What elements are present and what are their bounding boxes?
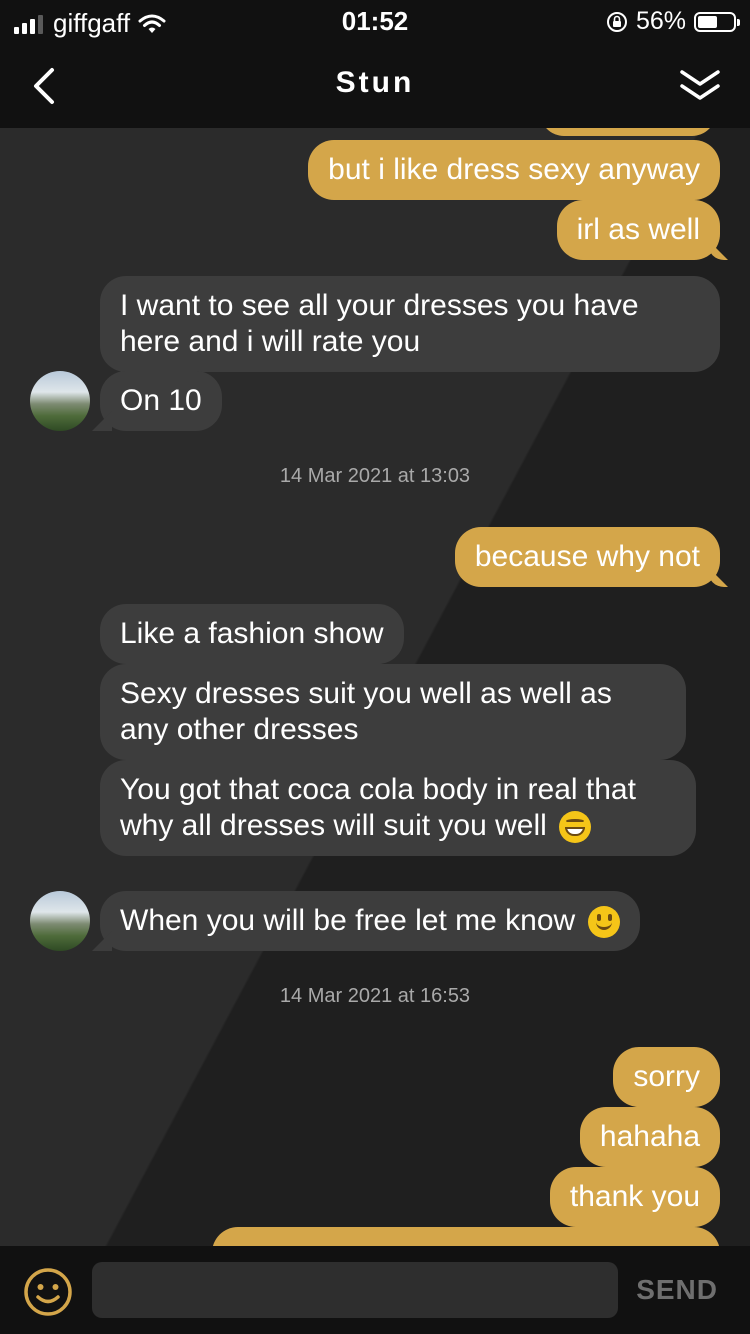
message-bubble-incoming[interactable]: Like a fashion show bbox=[100, 604, 404, 664]
message-text: but i like dress sexy anyway bbox=[328, 153, 700, 186]
status-bar: giffgaff 01:52 56% bbox=[0, 0, 750, 44]
message-bubble-outgoing[interactable]: thank you bbox=[549, 1167, 720, 1227]
message-text: I want to see all your dresses you have … bbox=[120, 289, 639, 358]
chat-header: Stun bbox=[0, 44, 750, 128]
orientation-lock-icon bbox=[606, 11, 627, 32]
avatar[interactable] bbox=[30, 371, 90, 431]
message-text: irl as well bbox=[576, 213, 700, 246]
message-bubble-outgoing[interactable]: but i like dress sexy anyway bbox=[308, 140, 720, 200]
slightly-smiling-face-icon bbox=[587, 906, 620, 939]
smiley-icon bbox=[24, 1268, 72, 1316]
message-text: because why not bbox=[474, 540, 700, 573]
message-bubble-incoming[interactable]: Sexy dresses suit you well as well as an… bbox=[100, 664, 686, 760]
message-text: When you will be free let me know bbox=[120, 904, 576, 937]
grinning-face-icon bbox=[559, 811, 592, 844]
message-text: hahaha bbox=[599, 1120, 700, 1153]
message-text: thank you bbox=[569, 1180, 700, 1213]
message-input[interactable] bbox=[92, 1262, 618, 1318]
message-bubble-outgoing[interactable]: because why not bbox=[454, 527, 720, 587]
status-right: 56% bbox=[606, 7, 740, 36]
composer-bar: SEND bbox=[0, 1246, 750, 1334]
send-button[interactable]: SEND bbox=[636, 1274, 718, 1306]
message-text: sorry bbox=[633, 1060, 700, 1093]
battery-percent: 56% bbox=[635, 7, 686, 35]
message-bubble-outgoing[interactable] bbox=[212, 1227, 720, 1246]
message-bubble-outgoing[interactable] bbox=[540, 128, 716, 136]
collapse-button[interactable] bbox=[676, 64, 724, 108]
double-chevron-down-icon bbox=[680, 70, 720, 100]
message-bubble-incoming[interactable]: I want to see all your dresses you have … bbox=[100, 276, 720, 372]
message-bubble-incoming[interactable]: On 10 bbox=[100, 371, 222, 431]
timestamp: 14 Mar 2021 at 13:03 bbox=[279, 465, 471, 487]
message-text: You got that coca cola body in real that… bbox=[120, 773, 636, 842]
emoji-button[interactable] bbox=[22, 1266, 74, 1318]
message-bubble-outgoing[interactable]: hahaha bbox=[579, 1107, 720, 1167]
message-bubble-outgoing[interactable]: irl as well bbox=[556, 200, 720, 260]
battery-icon bbox=[694, 11, 740, 32]
message-text: On 10 bbox=[120, 384, 202, 417]
message-text: Like a fashion show bbox=[120, 617, 384, 650]
contact-name[interactable]: Stun bbox=[0, 66, 750, 100]
message-bubble-incoming[interactable]: You got that coca cola body in real that… bbox=[100, 760, 696, 856]
message-text: Sexy dresses suit you well as well as an… bbox=[120, 677, 612, 746]
message-bubble-outgoing[interactable]: sorry bbox=[613, 1047, 720, 1107]
timestamp: 14 Mar 2021 at 16:53 bbox=[279, 985, 471, 1007]
message-list[interactable]: but i like dress sexy anyway irl as well… bbox=[0, 128, 750, 1246]
avatar[interactable] bbox=[30, 891, 90, 951]
message-bubble-incoming[interactable]: When you will be free let me know bbox=[100, 891, 640, 951]
